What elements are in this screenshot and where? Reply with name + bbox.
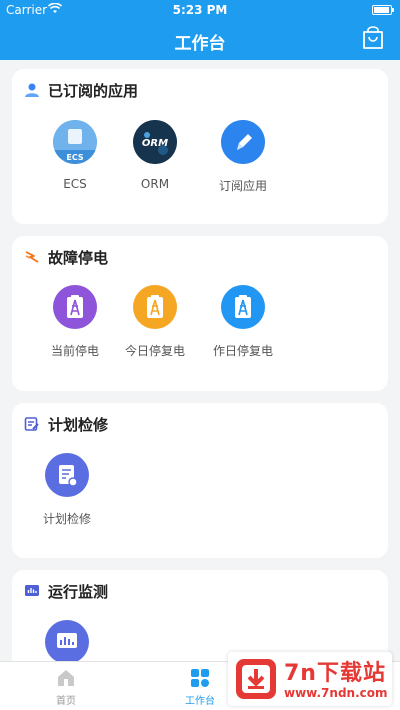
section-title: 已订阅的应用 xyxy=(48,81,139,100)
monitor-chart-icon xyxy=(45,620,89,664)
grid-icon xyxy=(190,668,210,688)
user-icon xyxy=(24,82,40,98)
fault-outage-card: 故障停电 当前停电 今日停复电 作日停复电 xyxy=(12,236,388,391)
app-label: 今日停复电 xyxy=(124,344,185,358)
app-operation-monitoring[interactable] xyxy=(23,620,111,664)
power-tower-clipboard-icon xyxy=(221,285,265,329)
power-tower-clipboard-icon xyxy=(133,285,177,329)
app-subscribe[interactable]: 订阅应用 xyxy=(199,120,287,194)
status-bar: Carrier 5:23 PM xyxy=(0,0,400,20)
section-header: 运行监测 xyxy=(24,581,108,601)
app-label: ECS xyxy=(63,177,87,191)
ecs-logo-icon: ECS xyxy=(53,120,97,164)
app-label: 计划检修 xyxy=(42,512,91,526)
svg-text:ORM: ORM xyxy=(142,138,168,149)
section-header: 已订阅的应用 xyxy=(24,80,138,100)
shopping-bag-icon[interactable] xyxy=(362,26,384,50)
document-wrench-icon xyxy=(45,453,89,497)
status-time: 5:23 PM xyxy=(172,3,228,17)
section-title: 故障停电 xyxy=(48,248,109,267)
app-label: 当前停电 xyxy=(50,344,99,358)
download-site-watermark: 7n下载站 www.7ndn.com xyxy=(228,652,392,706)
app-yesterday-outage[interactable]: 作日停复电 xyxy=(199,285,287,359)
subscribed-apps-card: 已订阅的应用 ECS ECS ORM ORM 订阅应用 xyxy=(12,69,388,224)
nav-bar: 工作台 xyxy=(0,20,400,60)
download-arrow-icon xyxy=(236,659,276,699)
plan-edit-icon xyxy=(24,416,40,432)
watermark-logo-text: 7n下载站 xyxy=(284,661,386,686)
section-header: 计划检修 xyxy=(24,414,108,434)
lightning-icon xyxy=(24,249,40,265)
orm-logo-icon: ORM xyxy=(133,120,177,164)
watermark-url: www.7ndn.com xyxy=(284,686,388,700)
app-label: 作日停复电 xyxy=(212,344,273,358)
app-today-outage[interactable]: 今日停复电 xyxy=(111,285,199,359)
app-orm[interactable]: ORM ORM xyxy=(111,120,199,191)
monitor-chart-icon xyxy=(24,583,40,599)
page-title: 工作台 xyxy=(174,34,226,54)
pencil-icon xyxy=(221,120,265,164)
app-label: ORM xyxy=(140,177,170,191)
svg-text:ECS: ECS xyxy=(66,153,83,162)
tab-label: 首页 xyxy=(56,696,76,707)
section-title: 计划检修 xyxy=(48,415,109,434)
section-header: 故障停电 xyxy=(24,247,108,267)
power-tower-clipboard-icon xyxy=(53,285,97,329)
app-planned-maintenance[interactable]: 计划检修 xyxy=(23,453,111,527)
home-icon xyxy=(56,668,76,688)
app-ecs[interactable]: ECS ECS xyxy=(31,120,119,191)
planned-maintenance-card: 计划检修 计划检修 xyxy=(12,403,388,558)
section-title: 运行监测 xyxy=(48,582,109,601)
app-label: 订阅应用 xyxy=(218,179,267,193)
battery-icon xyxy=(372,5,394,15)
tab-home[interactable]: 首页 xyxy=(26,668,106,707)
app-current-outage[interactable]: 当前停电 xyxy=(31,285,119,359)
